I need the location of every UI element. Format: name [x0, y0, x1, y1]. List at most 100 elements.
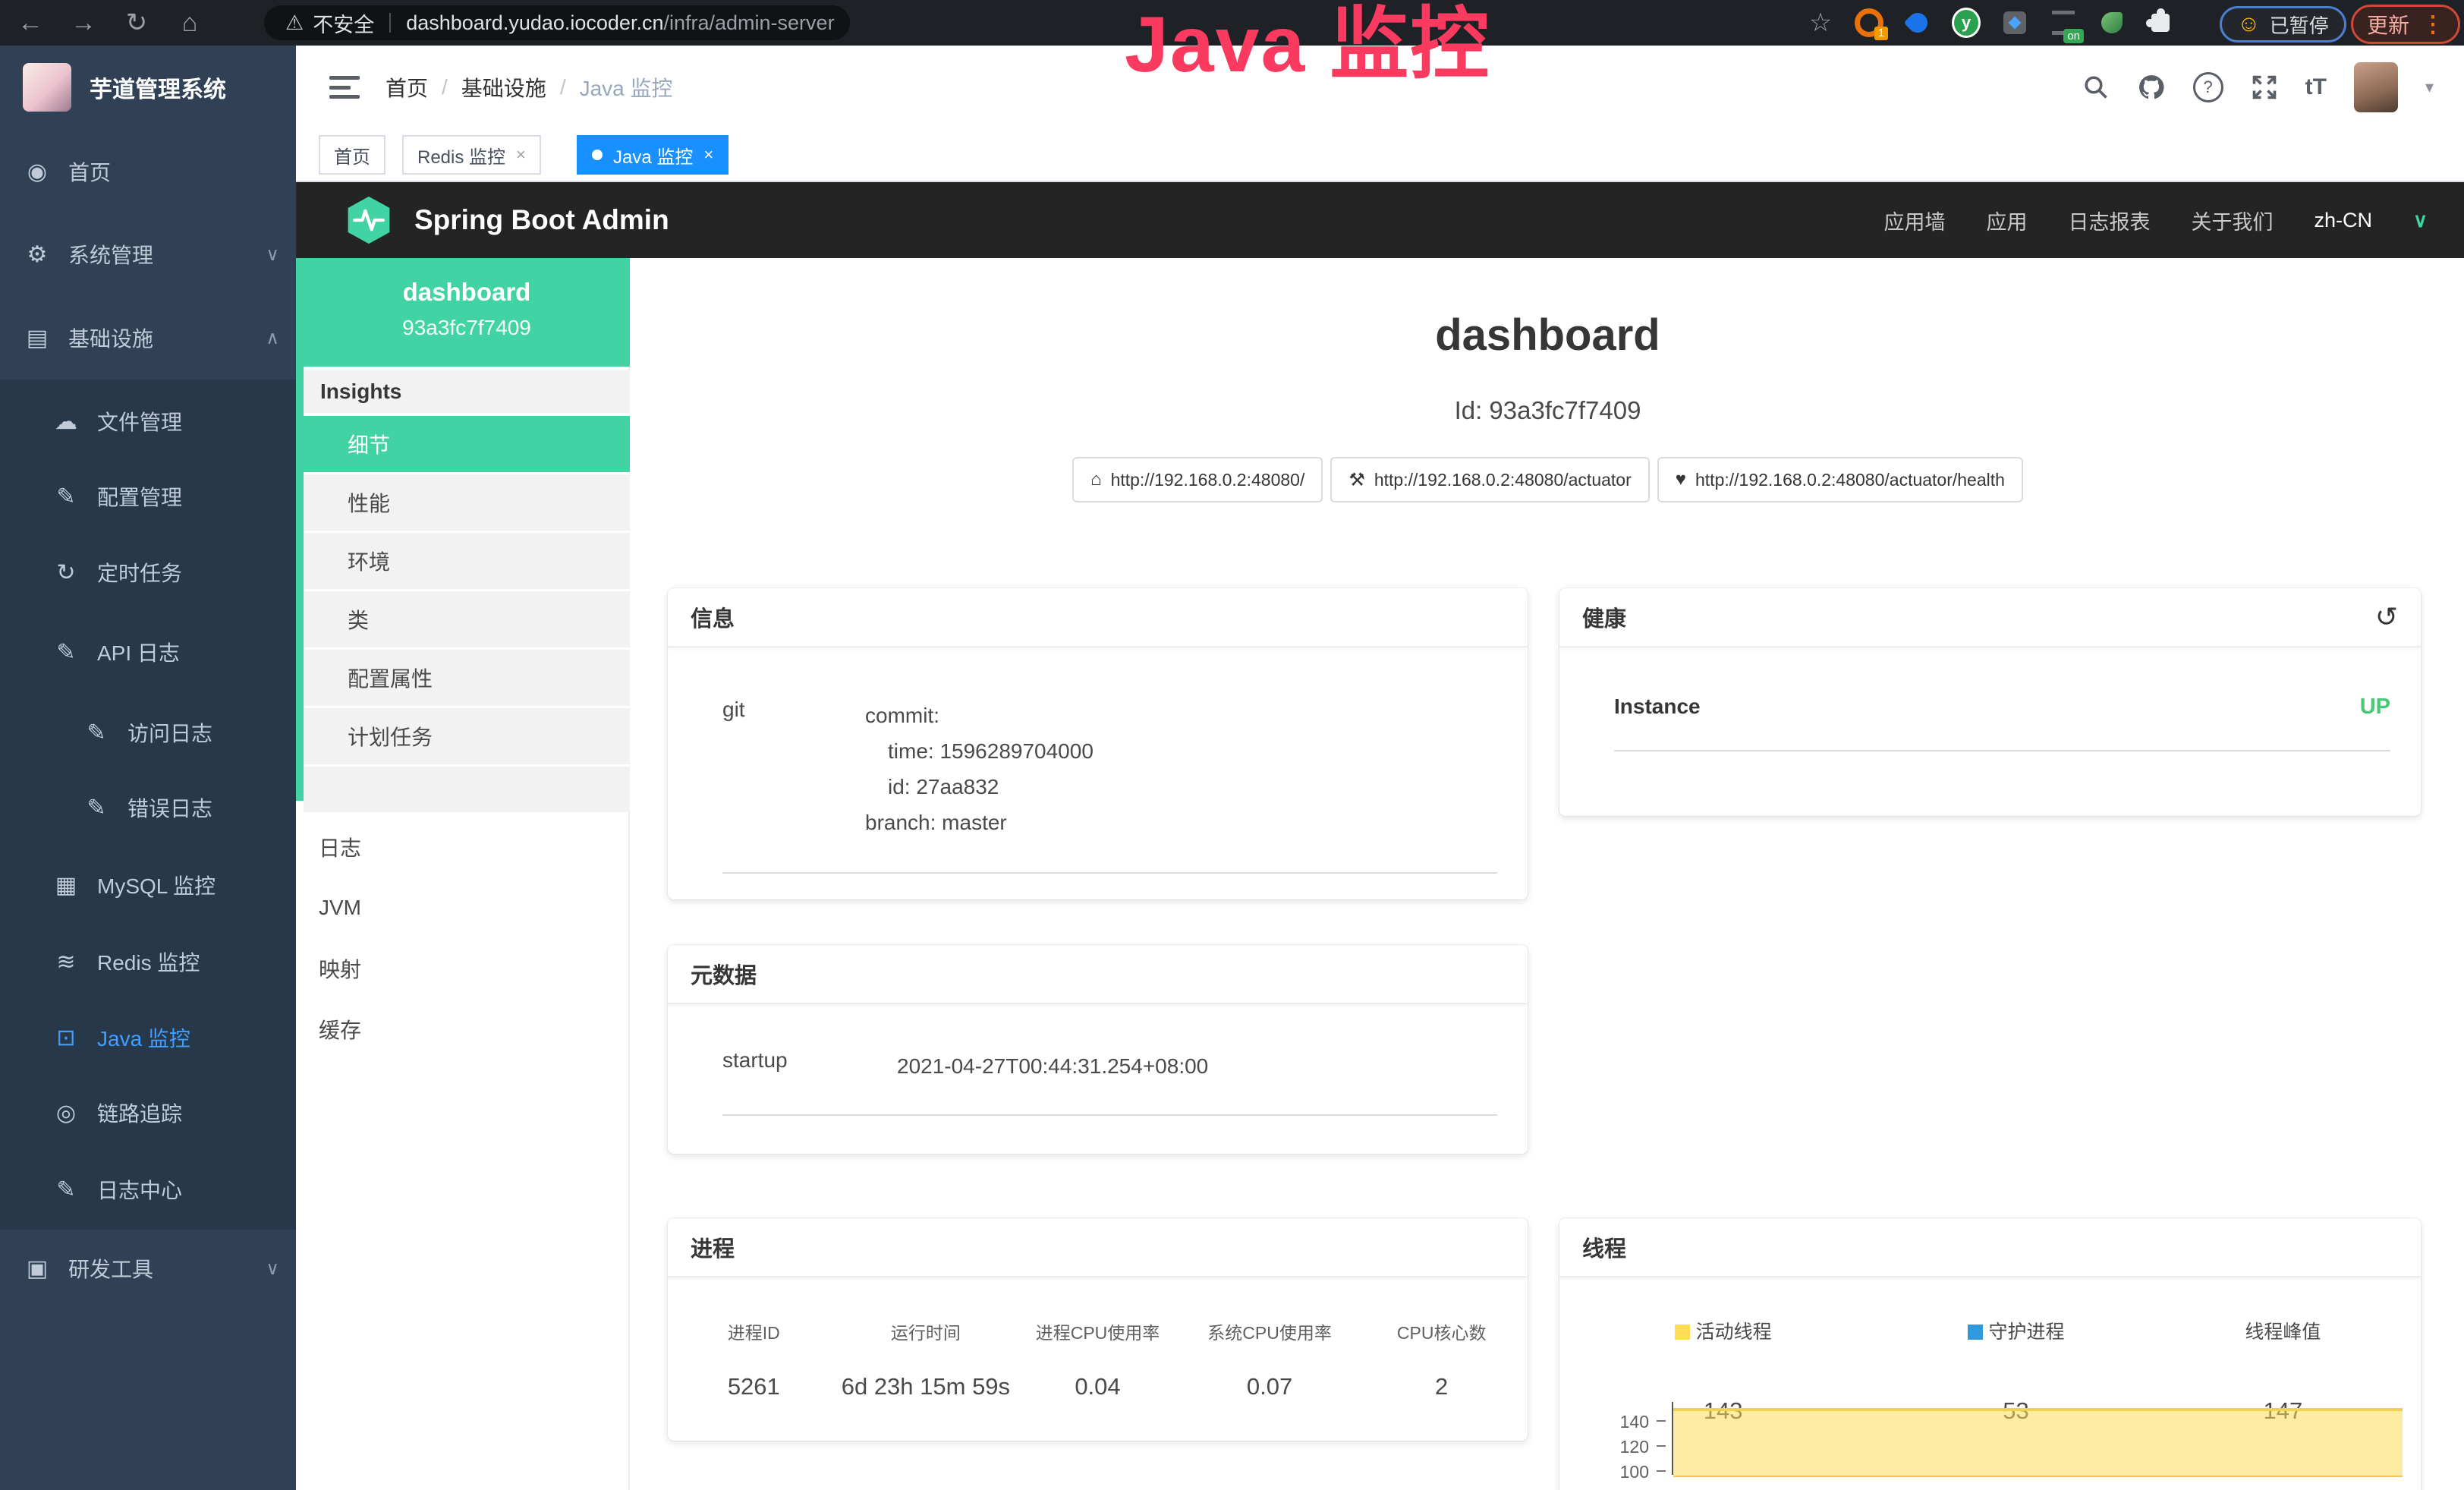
- instance-id: 93a3fc7f7409: [304, 316, 630, 340]
- menu-item-caches[interactable]: 缓存: [304, 999, 630, 1060]
- actuator-url-link[interactable]: ⚒ http://192.168.0.2:48080/actuator: [1330, 457, 1649, 502]
- bookmark-star-icon[interactable]: ☆: [1809, 8, 1832, 38]
- language-chevron-down-icon[interactable]: ∨: [2413, 209, 2428, 232]
- sidebar-logo-row[interactable]: 芋道管理系统: [0, 46, 296, 129]
- instance-header[interactable]: dashboard 93a3fc7f7409: [304, 258, 630, 367]
- menu-item-environment[interactable]: 环境: [304, 533, 630, 591]
- menu-item-scheduled-tasks[interactable]: 计划任务: [304, 708, 630, 767]
- sba-root-menu: 日志 JVM 映射 缓存: [304, 817, 630, 1060]
- menu-item-mappings[interactable]: 映射: [304, 938, 630, 999]
- home-icon: ⌂: [1090, 469, 1102, 490]
- breadcrumb-infra[interactable]: 基础设施: [461, 72, 546, 102]
- sidebar-item-file-mgmt[interactable]: ☁ 文件管理: [0, 383, 345, 459]
- user-avatar[interactable]: [2354, 62, 2398, 112]
- menu-item-metrics[interactable]: 性能: [304, 474, 630, 533]
- help-icon[interactable]: ?: [2193, 72, 2223, 102]
- sidebar-item-log-center[interactable]: ✎ 日志中心: [0, 1151, 345, 1227]
- tab-redis-monitor[interactable]: Redis 监控 ×: [402, 135, 541, 175]
- sba-instance-sidebar: dashboard 93a3fc7f7409 Insights 细节 性能 环境…: [296, 258, 630, 1490]
- info-value: commit: time: 1596289704000 id: 27aa832 …: [865, 698, 1094, 840]
- timer-icon: ↻: [49, 559, 83, 586]
- extension-leaf-icon[interactable]: [2097, 8, 2126, 37]
- sidebar-item-infra[interactable]: ▤ 基础设施 ∧: [0, 300, 316, 376]
- extension-badge-count: 1: [1874, 27, 1888, 40]
- extension-pin-icon[interactable]: [1903, 8, 1932, 37]
- text-size-icon[interactable]: tT: [2305, 74, 2327, 100]
- sidebar-item-label: 日志中心: [97, 1174, 182, 1205]
- layers-icon: ≋: [49, 949, 83, 975]
- hamburger-icon[interactable]: [329, 76, 360, 99]
- breadcrumb-home[interactable]: 首页: [385, 72, 428, 102]
- breadcrumb-current: Java 监控: [580, 72, 673, 102]
- sidebar-item-api-log[interactable]: ✎ API 日志 ∧: [0, 614, 345, 690]
- heartbeat-icon: ♥: [1676, 469, 1686, 490]
- sidebar-item-config-mgmt[interactable]: ✎ 配置管理: [0, 458, 345, 534]
- fullscreen-icon[interactable]: [2251, 74, 2278, 101]
- history-icon[interactable]: ↺: [2375, 601, 2398, 633]
- avatar-dropdown-icon[interactable]: ▾: [2425, 77, 2434, 97]
- screenshot-root: ← → ↻ ⌂ ⚠ 不安全 dashboard.yudao.iocoder.cn…: [0, 0, 2464, 1490]
- menu-item-jvm[interactable]: JVM: [304, 877, 630, 938]
- profile-paused-badge[interactable]: ☺ 已暂停: [2220, 6, 2346, 43]
- edit-icon: ✎: [49, 484, 83, 510]
- threads-panel: 线程 活动线程 守护进程 线程峰值 143 53 147 140 120 100: [1559, 1218, 2421, 1490]
- browser-home-icon[interactable]: ⌂: [173, 0, 206, 46]
- health-url-link[interactable]: ♥ http://192.168.0.2:48080/actuator/heal…: [1657, 457, 2023, 502]
- github-icon[interactable]: [2137, 73, 2166, 102]
- browser-chrome: ← → ↻ ⌂ ⚠ 不安全 dashboard.yudao.iocoder.cn…: [0, 0, 2464, 46]
- sidebar-item-home[interactable]: ◉ 首页: [0, 134, 316, 209]
- info-panel: 信息 git commit: time: 1596289704000 id: 2…: [668, 588, 1528, 899]
- sba-nav-wallboard[interactable]: 应用墙: [1883, 206, 1945, 235]
- active-tab-dot: [592, 150, 603, 160]
- header-actions: ? tT ▾: [2082, 46, 2434, 129]
- process-panel: 进程 进程ID5261 运行时间6d 23h 15m 59s 进程CPU使用率0…: [668, 1218, 1528, 1441]
- dashboard-icon: ◉: [20, 159, 55, 185]
- sidebar-item-redis-monitor[interactable]: ≋ Redis 监控: [0, 924, 345, 1000]
- info-key: git: [722, 698, 865, 840]
- extension-switch-icon[interactable]: on: [2049, 8, 2078, 37]
- chevron-down-icon: ∨: [266, 1258, 279, 1280]
- menu-item-logs[interactable]: 日志: [304, 817, 630, 877]
- close-icon[interactable]: ×: [703, 145, 713, 165]
- sba-nav-about[interactable]: 关于我们: [2191, 206, 2273, 235]
- health-panel: 健康 ↺ Instance UP: [1559, 588, 2421, 816]
- metadata-panel-title: 元数据: [691, 958, 757, 990]
- address-bar[interactable]: ⚠ 不安全 dashboard.yudao.iocoder.cn/infra/a…: [264, 5, 850, 40]
- sba-nav-applications[interactable]: 应用: [1986, 206, 2027, 235]
- tab-java-monitor[interactable]: Java 监控 ×: [577, 135, 729, 175]
- extension-youdao-icon[interactable]: y: [1952, 8, 1981, 37]
- browser-back-icon[interactable]: ←: [14, 0, 47, 46]
- menu-item-config-props[interactable]: 配置属性: [304, 650, 630, 708]
- browser-reload-icon[interactable]: ↻: [120, 0, 153, 46]
- service-url-text: http://192.168.0.2:48080/: [1111, 470, 1305, 490]
- y-axis-tick: 100: [1559, 1462, 1649, 1482]
- health-key: Instance: [1614, 695, 1757, 720]
- sidebar-item-scheduled-tasks[interactable]: ↻ 定时任务: [0, 534, 345, 610]
- close-icon[interactable]: ×: [516, 145, 526, 165]
- extensions-puzzle-icon[interactable]: [2146, 8, 2175, 37]
- sba-nav-journal[interactable]: 日志报表: [2068, 206, 2150, 235]
- menu-item-classes[interactable]: 类: [304, 591, 630, 650]
- app-title: 芋道管理系统: [90, 71, 226, 104]
- service-url-link[interactable]: ⌂ http://192.168.0.2:48080/: [1072, 457, 1323, 502]
- process-panel-title: 进程: [691, 1231, 735, 1263]
- extension-grid-icon[interactable]: [2000, 8, 2029, 37]
- sidebar-item-dev-tools[interactable]: ▣ 研发工具 ∨: [0, 1230, 316, 1306]
- process-table: 进程ID5261 运行时间6d 23h 15m 59s 进程CPU使用率0.04…: [668, 1318, 1528, 1400]
- health-url-text: http://192.168.0.2:48080/actuator/health: [1695, 470, 2005, 490]
- chevron-up-icon: ∧: [266, 327, 279, 349]
- browser-menu-icon[interactable]: ⋮: [2422, 11, 2444, 38]
- sidebar-item-mysql-monitor[interactable]: ▦ MySQL 监控: [0, 847, 345, 923]
- browser-update-button[interactable]: 更新 ⋮: [2351, 5, 2460, 44]
- sba-language-select[interactable]: zh-CN: [2314, 209, 2372, 232]
- extension-orange-ring-icon[interactable]: 1: [1855, 8, 1883, 37]
- tab-home[interactable]: 首页: [319, 135, 385, 175]
- sidebar-item-system[interactable]: ⚙ 系统管理 ∨: [0, 216, 316, 292]
- search-icon[interactable]: [2082, 74, 2110, 101]
- sidebar-item-java-monitor[interactable]: ⊡ Java 监控: [0, 1000, 345, 1076]
- menu-item-details[interactable]: 细节: [304, 416, 630, 474]
- browser-forward-icon[interactable]: →: [67, 0, 100, 46]
- sba-nav: 应用墙 应用 日志报表 关于我们 zh-CN ∨: [1883, 182, 2428, 258]
- sidebar-item-trace[interactable]: ◎ 链路追踪: [0, 1075, 345, 1151]
- system-cpu: 0.07: [1184, 1373, 1356, 1400]
